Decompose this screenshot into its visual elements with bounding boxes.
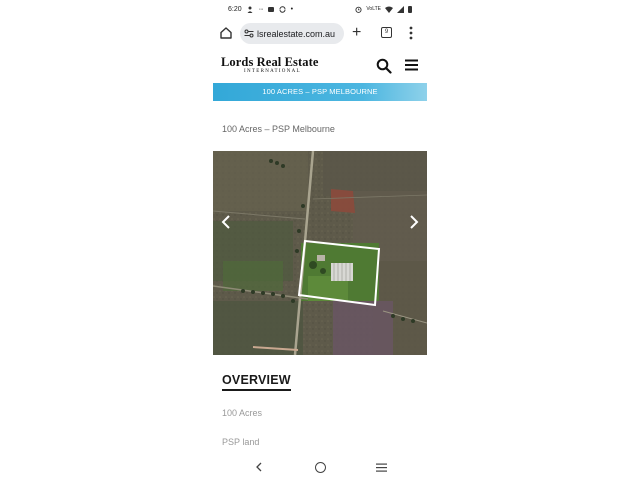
status-bar: 6:20 ··· • VoLTE xyxy=(213,0,427,18)
alarm-icon xyxy=(355,6,362,13)
url-text: lsrealestate.com.au xyxy=(257,28,336,39)
site-header: Lords Real Estate INTERNATIONAL xyxy=(213,50,427,82)
wifi-icon xyxy=(385,6,393,13)
back-icon[interactable] xyxy=(255,462,263,472)
recent-apps-icon[interactable] xyxy=(376,463,387,472)
page-banner: 100 ACRES – PSP MELBOURNE xyxy=(213,83,427,101)
home-icon[interactable] xyxy=(219,26,233,40)
overview-underline xyxy=(222,389,291,391)
listing-heading: 100 Acres – PSP Melbourne xyxy=(222,124,335,134)
overview-item: PSP land xyxy=(222,437,260,447)
status-time: 6:20 xyxy=(228,5,242,13)
aerial-image xyxy=(213,151,427,355)
overview-item: 100 Acres xyxy=(222,408,263,418)
battery-icon xyxy=(408,5,412,13)
dot-icon: • xyxy=(290,5,294,13)
search-icon[interactable] xyxy=(376,58,392,74)
next-photo-arrow[interactable] xyxy=(408,215,420,229)
system-nav-bar xyxy=(213,455,427,480)
new-tab-button[interactable]: + xyxy=(352,24,361,42)
site-logo-subtitle: INTERNATIONAL xyxy=(244,69,301,74)
phone-screen: 6:20 ··· • VoLTE lsrealestate.com.au + 9… xyxy=(213,0,427,480)
volte-icon: VoLTE xyxy=(366,6,381,12)
dots-icon: ··· xyxy=(258,5,264,13)
tab-switcher-button[interactable]: 9 xyxy=(381,27,392,38)
hamburger-menu-icon[interactable] xyxy=(405,59,418,71)
more-options-icon[interactable] xyxy=(409,26,413,40)
url-bar[interactable]: lsrealestate.com.au xyxy=(240,23,344,44)
previous-photo-arrow[interactable] xyxy=(220,215,232,229)
signal-icon xyxy=(397,5,404,13)
browser-toolbar: lsrealestate.com.au + 9 xyxy=(213,20,427,48)
mail-icon xyxy=(267,6,274,12)
property-photo[interactable] xyxy=(213,151,427,355)
site-settings-icon[interactable] xyxy=(244,29,254,38)
overview-heading: OVERVIEW xyxy=(222,373,291,387)
home-nav-icon[interactable] xyxy=(315,462,326,473)
site-logo[interactable]: Lords Real Estate xyxy=(221,55,319,70)
sync-icon xyxy=(279,5,286,13)
person-alert-icon xyxy=(247,6,253,13)
